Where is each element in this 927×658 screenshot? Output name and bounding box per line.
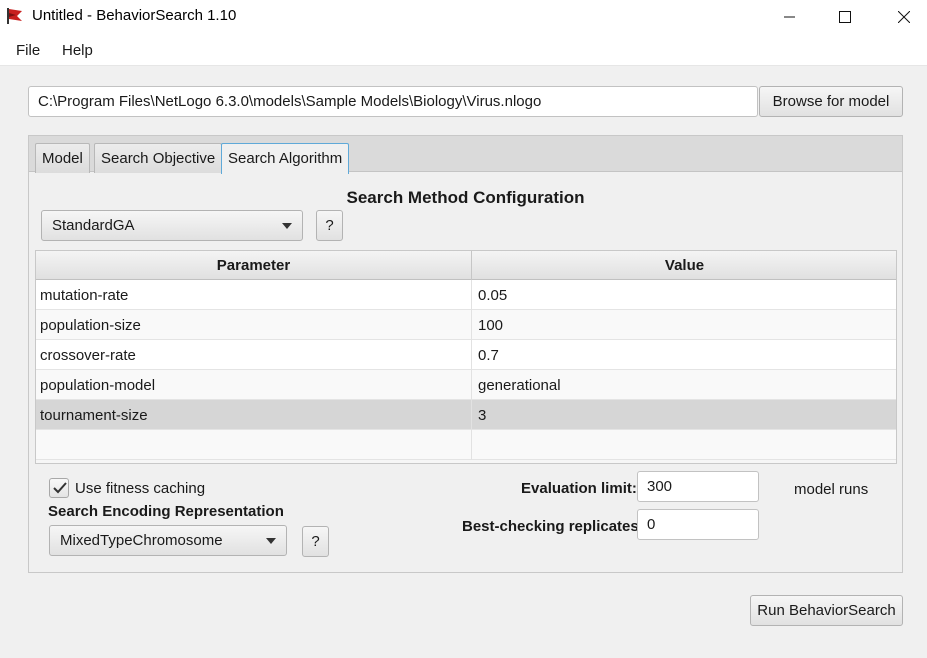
tab-model[interactable]: Model: [35, 143, 90, 173]
param-value[interactable]: 100: [473, 310, 896, 340]
param-name: tournament-size: [36, 400, 472, 430]
search-method-select[interactable]: StandardGA: [41, 210, 303, 241]
menu-bar: File Help: [0, 34, 927, 66]
chevron-down-icon: [266, 538, 276, 544]
param-value[interactable]: 0.05: [473, 280, 896, 310]
run-behaviorsearch-button[interactable]: Run BehaviorSearch: [750, 595, 903, 626]
table-row[interactable]: crossover-rate 0.7: [36, 340, 896, 370]
encoding-value: MixedTypeChromosome: [60, 532, 223, 549]
parameter-table: Parameter Value mutation-rate 0.05 popul…: [35, 250, 897, 464]
param-name: population-size: [36, 310, 472, 340]
replicates-field[interactable]: 0: [637, 509, 759, 540]
behaviorsearch-red-flag-icon: [6, 7, 24, 25]
fitness-caching-label[interactable]: Use fitness caching: [75, 480, 205, 497]
close-button[interactable]: [881, 0, 927, 34]
title-bar: Untitled - BehaviorSearch 1.10: [0, 0, 927, 34]
maximize-button[interactable]: [822, 0, 868, 34]
table-row[interactable]: mutation-rate 0.05: [36, 280, 896, 310]
empty-cell: [473, 430, 896, 460]
model-path-field[interactable]: C:\Program Files\NetLogo 6.3.0\models\Sa…: [28, 86, 758, 117]
browse-for-model-button[interactable]: Browse for model: [759, 86, 903, 117]
encoding-select[interactable]: MixedTypeChromosome: [49, 525, 287, 556]
minimize-button[interactable]: [767, 0, 813, 34]
param-name: crossover-rate: [36, 340, 472, 370]
chevron-down-icon: [282, 223, 292, 229]
column-header-value[interactable]: Value: [473, 251, 896, 280]
table-row-selected[interactable]: tournament-size 3: [36, 400, 896, 430]
tab-search-objective[interactable]: Search Objective: [94, 143, 223, 173]
fitness-caching-checkbox[interactable]: [49, 478, 69, 498]
param-value[interactable]: 3: [473, 400, 896, 430]
search-method-value: StandardGA: [52, 217, 135, 234]
menu-help[interactable]: Help: [62, 42, 93, 59]
window-title: Untitled - BehaviorSearch 1.10: [32, 7, 237, 24]
param-name: mutation-rate: [36, 280, 472, 310]
settings-panel: Model Search Objective Search Algorithm …: [28, 135, 903, 573]
empty-cell: [36, 430, 472, 460]
evaluation-limit-unit: model runs: [794, 481, 869, 498]
param-value[interactable]: generational: [473, 370, 896, 400]
table-row[interactable]: population-model generational: [36, 370, 896, 400]
search-method-help-button[interactable]: ?: [316, 210, 343, 241]
evaluation-limit-label: Evaluation limit:: [521, 480, 637, 497]
menu-file[interactable]: File: [16, 42, 40, 59]
replicates-label: Best-checking replicates:: [462, 518, 644, 535]
checkmark-icon: [53, 482, 67, 494]
encoding-help-button[interactable]: ?: [302, 526, 329, 557]
tab-search-algorithm[interactable]: Search Algorithm: [221, 143, 350, 174]
table-row[interactable]: population-size 100: [36, 310, 896, 340]
maximize-icon: [839, 11, 851, 23]
minimize-icon: [784, 16, 795, 18]
param-value[interactable]: 0.7: [473, 340, 896, 370]
column-header-parameter[interactable]: Parameter: [36, 251, 472, 280]
table-row-empty: [36, 430, 896, 460]
tab-strip: Model Search Objective Search Algorithm: [29, 136, 902, 174]
close-icon: [898, 11, 910, 23]
table-header: Parameter Value: [36, 251, 896, 280]
encoding-title: Search Encoding Representation: [48, 503, 284, 520]
param-name: population-model: [36, 370, 472, 400]
evaluation-limit-field[interactable]: 300: [637, 471, 759, 502]
search-method-title: Search Method Configuration: [346, 188, 585, 207]
